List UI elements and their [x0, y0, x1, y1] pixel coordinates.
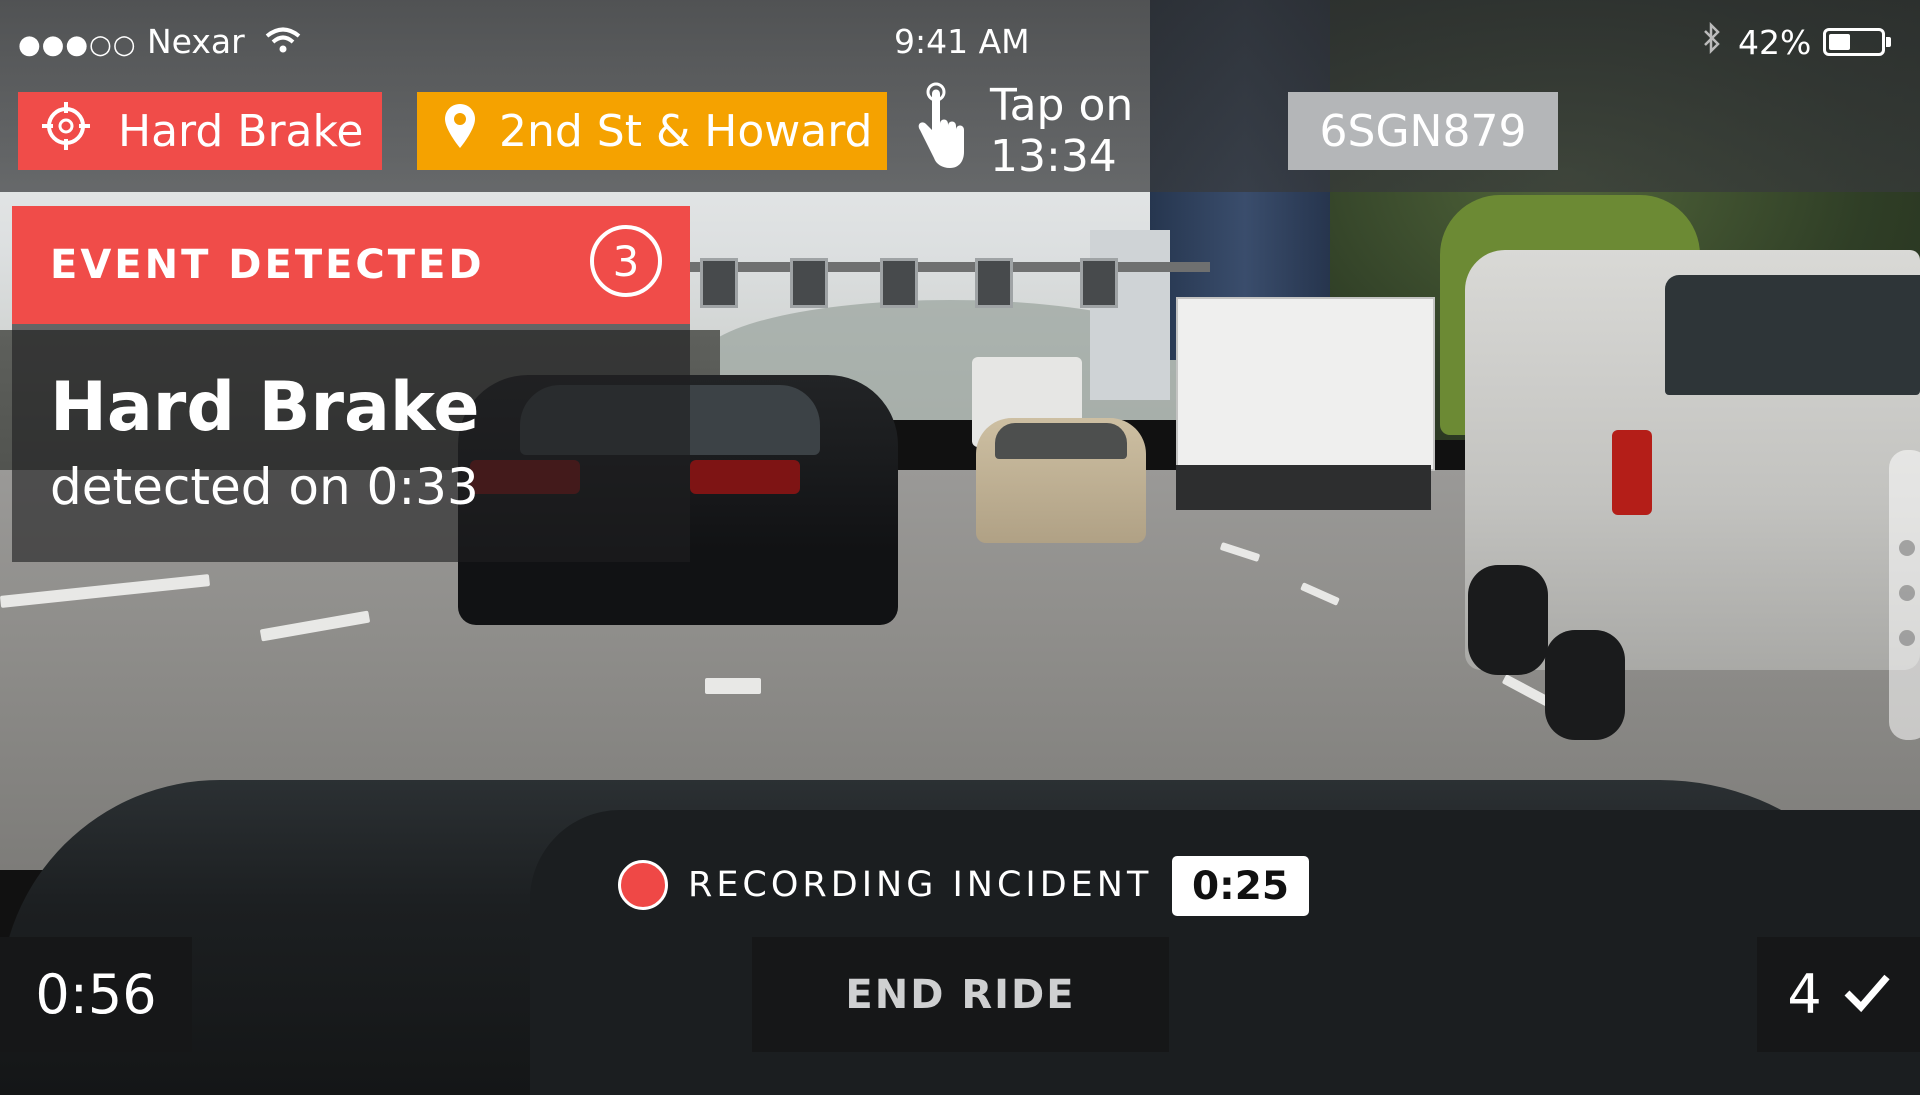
- dashboard: [530, 810, 1920, 1095]
- status-carrier: ●●●○○ Nexar: [18, 22, 301, 63]
- carrier-name: Nexar: [146, 22, 245, 61]
- tap-hint[interactable]: Tap on 13:34: [912, 80, 1252, 182]
- license-plate-label: 6SGN879: [1319, 105, 1527, 157]
- location-label: 2nd St & Howard: [499, 105, 873, 157]
- event-detected-header[interactable]: EVENT DETECTED 3: [12, 206, 690, 324]
- lane-marking: [705, 678, 761, 694]
- events-count-button[interactable]: 4: [1757, 937, 1920, 1052]
- road-sign: [975, 258, 1013, 308]
- building: [1090, 230, 1170, 400]
- bluetooth-icon: [1702, 21, 1722, 62]
- handle-dot: [1899, 630, 1915, 646]
- tap-hint-label: Tap on 13:34: [990, 80, 1134, 182]
- event-detail-panel[interactable]: Hard Brake detected on 0:33: [12, 324, 690, 562]
- suv-window: [1665, 275, 1920, 395]
- event-detected-title: EVENT DETECTED: [50, 242, 485, 288]
- event-type-chip[interactable]: Hard Brake: [18, 92, 382, 170]
- recording-dot-icon: [618, 860, 668, 910]
- sign-gantry: [690, 262, 1210, 272]
- status-right: 42%: [1702, 21, 1892, 62]
- tail-light: [690, 460, 800, 494]
- tire: [1468, 565, 1548, 675]
- map-pin-icon: [443, 102, 477, 161]
- battery-cap: [1886, 37, 1892, 47]
- status-time: 9:41 AM: [894, 22, 1030, 61]
- tail-light: [1612, 430, 1652, 515]
- location-chip[interactable]: 2nd St & Howard: [417, 92, 887, 170]
- end-ride-label: END RIDE: [845, 971, 1076, 1018]
- checkmark-icon: [1844, 963, 1890, 1026]
- ride-time-value: 0:56: [35, 963, 157, 1026]
- wifi-icon: [265, 24, 301, 63]
- tan-car-window: [995, 423, 1127, 459]
- event-type-label: Hard Brake: [118, 105, 364, 157]
- ride-timer: 0:56: [0, 937, 192, 1052]
- battery-percent: 42%: [1738, 22, 1812, 62]
- end-ride-button[interactable]: END RIDE: [752, 937, 1169, 1052]
- handle-dot: [1899, 585, 1915, 601]
- road-sign: [700, 258, 738, 308]
- event-name: Hard Brake: [50, 368, 480, 447]
- license-plate-chip[interactable]: 6SGN879: [1288, 92, 1558, 170]
- recording-label: RECORDING INCIDENT: [688, 865, 1153, 905]
- road-sign: [1080, 258, 1118, 308]
- handle-dot: [1899, 540, 1915, 556]
- tap-hand-icon: [912, 80, 968, 183]
- tire: [1545, 630, 1625, 740]
- battery-fill: [1829, 34, 1851, 50]
- road-sign: [880, 258, 918, 308]
- event-detected-time: detected on 0:33: [50, 458, 479, 516]
- signal-dots: ●●●○○: [18, 30, 137, 60]
- crosshair-icon: [40, 100, 92, 163]
- box-truck-chassis: [1176, 465, 1431, 510]
- events-count-value: 4: [1787, 963, 1822, 1026]
- event-count-badge: 3: [590, 225, 662, 297]
- recording-timer: 0:25: [1172, 856, 1309, 916]
- battery-icon: [1823, 28, 1892, 56]
- road-sign: [790, 258, 828, 308]
- box-truck: [1176, 297, 1435, 471]
